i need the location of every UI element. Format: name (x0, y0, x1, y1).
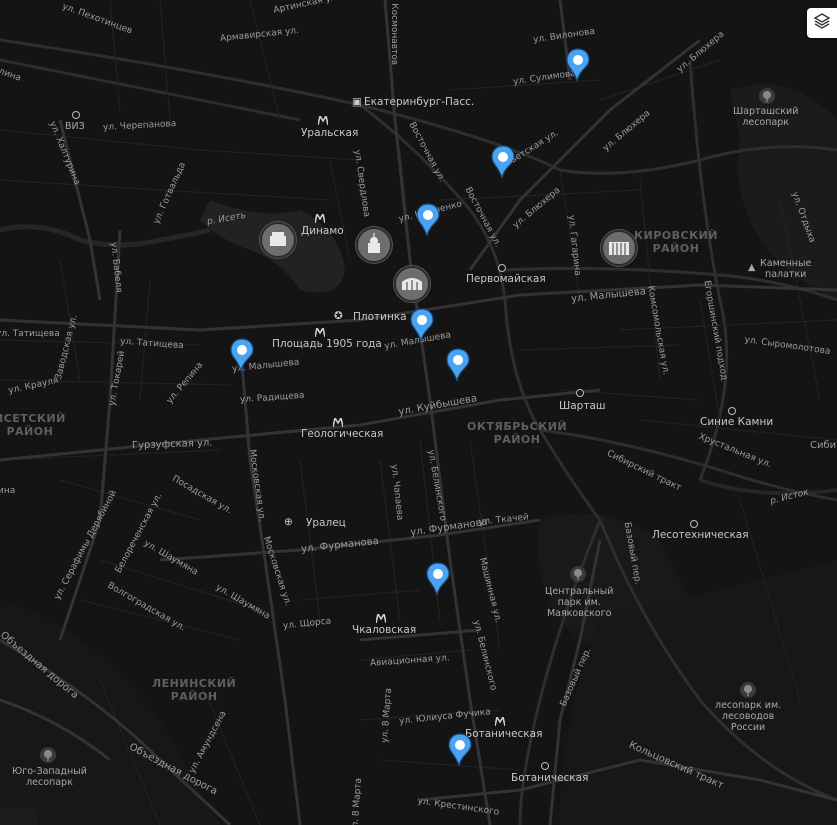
place-viz[interactable]: ВИЗ (65, 121, 85, 132)
place-uralets[interactable]: Уралец (306, 518, 346, 529)
street-label: ул. Татищева (0, 329, 60, 339)
metro-geologicheskaya[interactable]: Геологическая (301, 429, 383, 440)
station-ekb-pass-icon: ▣ (352, 96, 362, 108)
layers-icon (813, 12, 831, 34)
place-shartash[interactable]: Шарташ (559, 401, 606, 412)
district-label-verkh-isetsky: ИСЕТСКИЙ РАЙОН (0, 412, 66, 438)
metro-icon (333, 418, 343, 427)
place-sinie-kamni[interactable]: Синие Камни (700, 417, 773, 428)
location-pin-icon[interactable] (490, 145, 516, 179)
metro-dinamo[interactable]: Динамо (301, 226, 344, 237)
park-lesovodov[interactable]: лесопарк им. лесоводов России (715, 700, 781, 733)
park-icon (759, 88, 775, 104)
place-dot (541, 762, 549, 770)
metro-icon (315, 328, 325, 337)
location-pin-icon[interactable] (447, 733, 473, 767)
landmark-theatre-icon[interactable] (394, 266, 430, 302)
park-yugo-zapadny[interactable]: Юго-Западный лесопарк (12, 766, 87, 788)
uralets-icon: ⊕ (284, 516, 293, 528)
park-icon (570, 566, 586, 582)
landmark-church-icon[interactable] (356, 227, 392, 263)
street-label: Сибир (810, 440, 837, 451)
location-pin-icon[interactable] (229, 338, 255, 372)
street-label: ина (0, 486, 16, 496)
metro-icon (495, 717, 505, 726)
park-icon (40, 747, 56, 763)
star-icon: ✪ (334, 310, 343, 322)
place-pervomayskaya[interactable]: Первомайская (466, 274, 546, 285)
metro-icon (315, 214, 325, 223)
location-pin-icon[interactable] (565, 48, 591, 82)
map-view[interactable]: КИРОВСКИЙ РАЙОН ОКТЯБРЬСКИЙ РАЙОН ЛЕНИНСКИ… (0, 0, 837, 825)
landmark-university-icon[interactable] (601, 230, 637, 266)
place-dot (576, 389, 584, 397)
district-label-oktyabrsky: ОКТЯБРЬСКИЙ РАЙОН (467, 420, 568, 446)
district-label-leninsky: ЛЕНИНСКИЙ РАЙОН (152, 677, 237, 703)
place-plotinka[interactable]: Плотинка (353, 312, 407, 323)
place-dot (690, 520, 698, 528)
mountain-icon: ▲ (748, 262, 756, 273)
metro-uralskaya[interactable]: Уральская (301, 128, 358, 139)
park-central[interactable]: Центральный парк им. Маяковского (545, 586, 613, 619)
metro-botanicheskaya[interactable]: Ботаническая (465, 729, 542, 740)
metro-icon (318, 116, 328, 125)
location-pin-icon[interactable] (409, 308, 435, 342)
street-label: пр. Космонавтов (389, 0, 400, 66)
bottom-left-control[interactable] (0, 807, 38, 825)
location-pin-icon[interactable] (425, 562, 451, 596)
district-label-kirovsky: КИРОВСКИЙ РАЙОН (634, 229, 718, 255)
metro-ploshchad-1905[interactable]: Площадь 1905 года (272, 339, 382, 350)
landmark-stadium-icon[interactable] (260, 222, 296, 258)
place-ekb-pass[interactable]: Екатеринбург-Пасс. (364, 97, 474, 108)
park-icon (740, 682, 756, 698)
place-dot (498, 264, 506, 272)
park-kamennye-palatki[interactable]: Каменные палатки (760, 258, 811, 280)
place-dot (72, 111, 80, 119)
place-lesotekhnicheskaya[interactable]: Лесотехническая (652, 530, 749, 541)
metro-icon (376, 614, 386, 623)
location-pin-icon[interactable] (415, 203, 441, 237)
location-pin-icon[interactable] (445, 348, 471, 382)
layers-button[interactable] (807, 8, 837, 38)
metro-chkalovskaya[interactable]: Чкаловская (352, 625, 416, 636)
place-dot (728, 407, 736, 415)
park-shartash[interactable]: Шарташский лесопарк (733, 106, 798, 128)
place-botanicheskaya-rail[interactable]: Ботаническая (511, 773, 588, 784)
